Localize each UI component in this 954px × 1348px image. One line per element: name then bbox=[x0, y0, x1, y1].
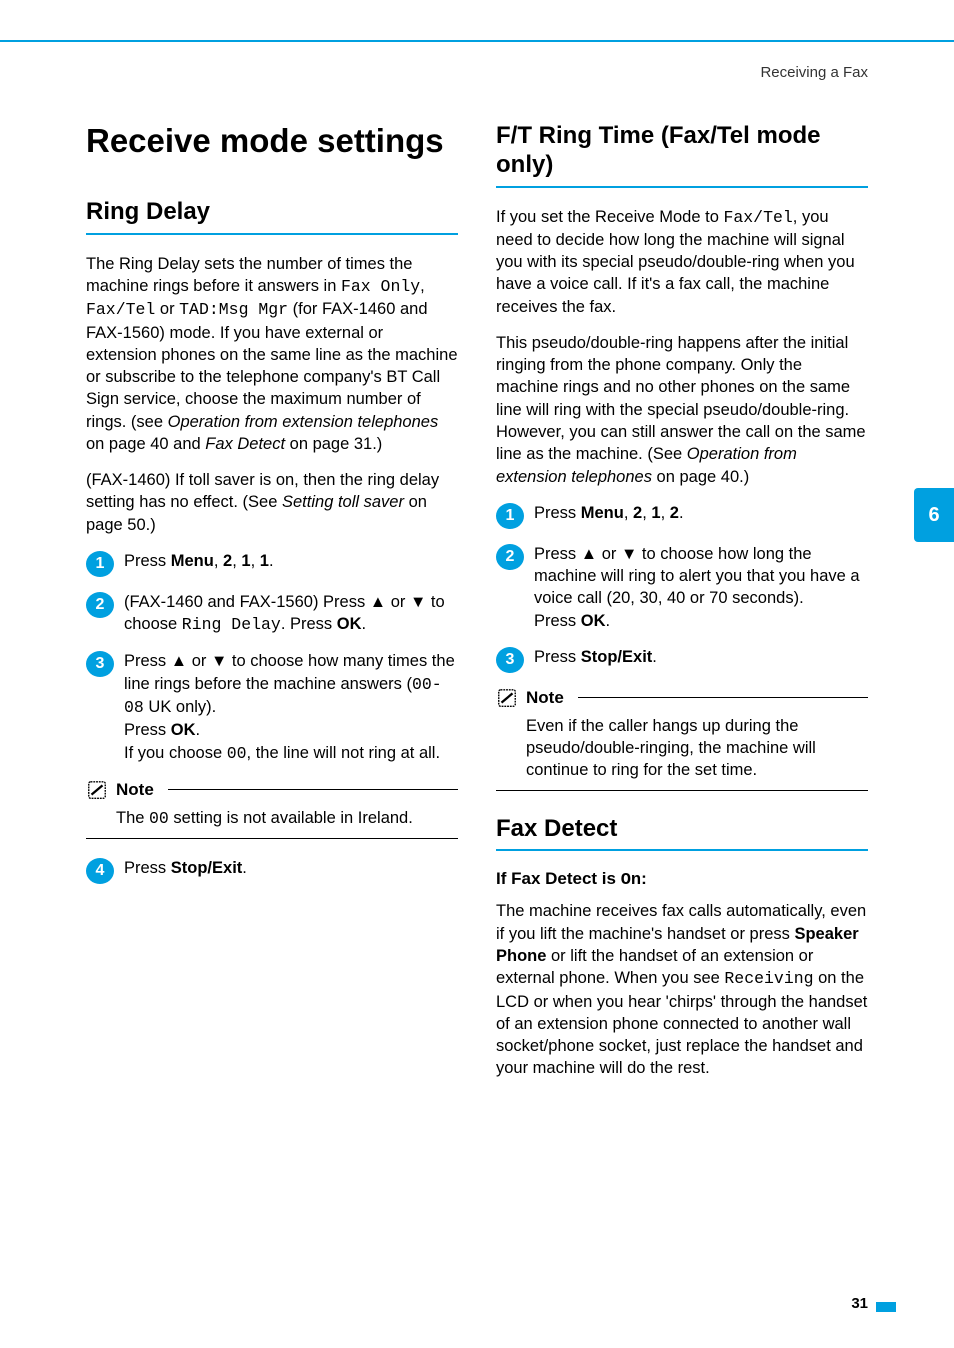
left-column: Receive mode settings Ring Delay The Rin… bbox=[86, 122, 458, 1094]
ft-para-2: This pseudo/double-ring happens after th… bbox=[496, 332, 868, 488]
step-badge-2: 2 bbox=[86, 592, 114, 618]
chapter-tab: 6 bbox=[914, 488, 954, 542]
step-badge-1: 1 bbox=[496, 503, 524, 529]
page-number-accent bbox=[876, 1302, 896, 1312]
down-arrow-icon bbox=[621, 545, 637, 563]
step-badge-1: 1 bbox=[86, 551, 114, 577]
ft-step-1: 1 Press Menu, 2, 1, 2. bbox=[496, 502, 868, 529]
section-ring-delay-title: Ring Delay bbox=[86, 198, 458, 235]
ring-delay-para-2: (FAX-1460) If toll saver is on, then the… bbox=[86, 469, 458, 536]
content-columns: Receive mode settings Ring Delay The Rin… bbox=[0, 82, 954, 1094]
right-column: F/T Ring Time (Fax/Tel mode only) If you… bbox=[496, 122, 868, 1094]
ft-step-3: 3 Press Stop/Exit. bbox=[496, 646, 868, 673]
top-rule bbox=[0, 0, 954, 42]
ft-note: Note Even if the caller hangs up during … bbox=[496, 687, 868, 791]
note-icon bbox=[496, 687, 518, 709]
page-title: Receive mode settings bbox=[86, 122, 458, 160]
ring-delay-note: Note The 00 setting is not available in … bbox=[86, 779, 458, 839]
ft-para-1: If you set the Receive Mode to Fax/Tel, … bbox=[496, 206, 868, 318]
note-title: Note bbox=[526, 688, 564, 708]
ring-delay-step-3: 3 Press or to choose how many times the … bbox=[86, 650, 458, 764]
step-badge-3: 3 bbox=[496, 647, 524, 673]
breadcrumb: Receiving a Fax bbox=[760, 64, 868, 81]
header: Receiving a Fax bbox=[0, 42, 954, 82]
down-arrow-icon bbox=[410, 593, 426, 611]
fax-detect-para-1: The machine receives fax calls automatic… bbox=[496, 900, 868, 1079]
note-rule bbox=[168, 789, 458, 790]
ring-delay-para-1: The Ring Delay sets the number of times … bbox=[86, 253, 458, 455]
note-body: The 00 setting is not available in Irela… bbox=[86, 807, 458, 839]
ring-delay-step-4: 4 Press Stop/Exit. bbox=[86, 857, 458, 884]
note-rule bbox=[578, 697, 868, 698]
note-icon bbox=[86, 779, 108, 801]
note-body: Even if the caller hangs up during the p… bbox=[496, 715, 868, 791]
up-arrow-icon bbox=[370, 593, 386, 611]
page-number: 31 bbox=[851, 1295, 868, 1312]
ring-delay-step-2: 2 (FAX-1460 and FAX-1560) Press or to ch… bbox=[86, 591, 458, 637]
fax-detect-subhead: If Fax Detect is On: bbox=[496, 869, 868, 890]
note-title: Note bbox=[116, 780, 154, 800]
up-arrow-icon bbox=[581, 545, 597, 563]
section-fax-detect-title: Fax Detect bbox=[496, 815, 868, 852]
ring-delay-step-1: 1 Press Menu, 2, 1, 1. bbox=[86, 550, 458, 577]
ft-step-2: 2 Press or to choose how long the machin… bbox=[496, 543, 868, 632]
step-badge-2: 2 bbox=[496, 544, 524, 570]
up-arrow-icon bbox=[171, 652, 187, 670]
page: Receiving a Fax Receive mode settings Ri… bbox=[0, 0, 954, 1348]
down-arrow-icon bbox=[211, 652, 227, 670]
section-ft-ring-title: F/T Ring Time (Fax/Tel mode only) bbox=[496, 122, 868, 188]
step-badge-4: 4 bbox=[86, 858, 114, 884]
step-badge-3: 3 bbox=[86, 651, 114, 677]
